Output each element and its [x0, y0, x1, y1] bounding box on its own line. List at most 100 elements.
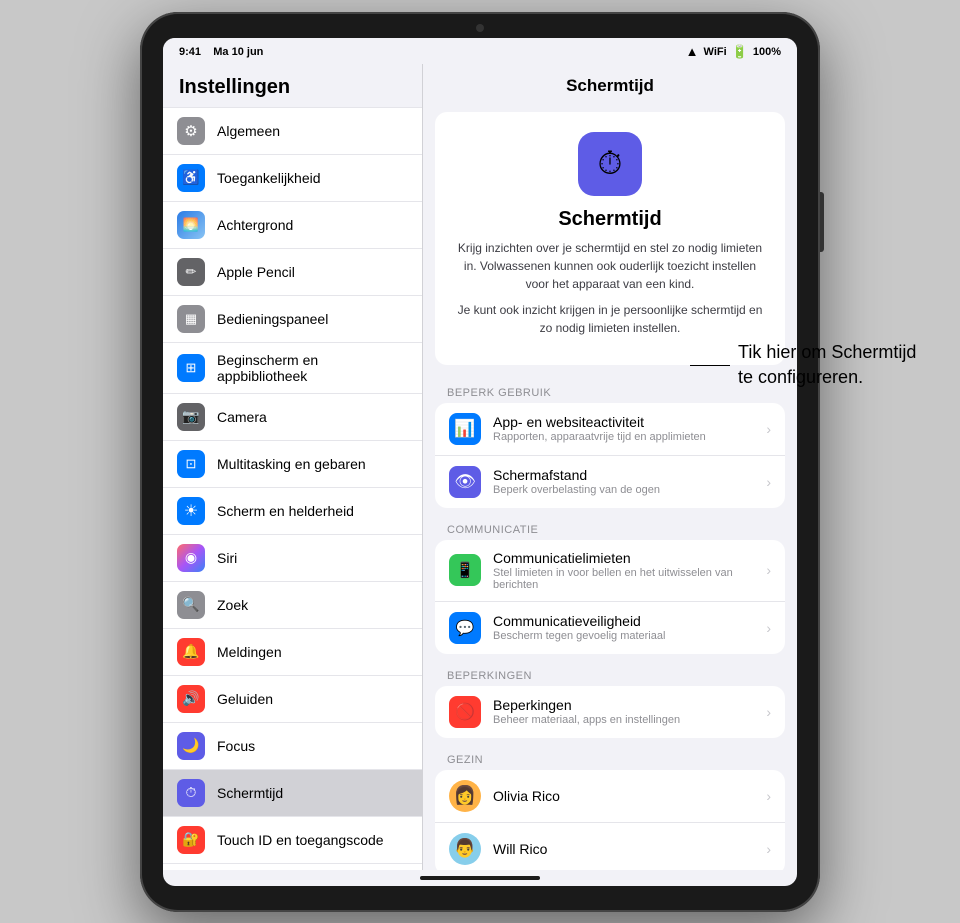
settings-row-communicatielimieten[interactable]: 📱 Communicatielimieten Stel limieten in …: [435, 540, 785, 602]
settings-row-app-activiteit[interactable]: 📊 App- en websiteactiviteit Rapporten, a…: [435, 403, 785, 456]
sidebar-item-camera[interactable]: 📷 Camera: [163, 394, 422, 441]
section-label-beperkingen: BEPERKINGEN: [423, 656, 797, 686]
settings-row-communicatieveiligheid[interactable]: 💬 Communicatieveiligheid Bescherm tegen …: [435, 602, 785, 654]
will-content: Will Rico: [493, 841, 754, 857]
communicatieveiligheid-title: Communicatieveiligheid: [493, 613, 754, 629]
beperkingen-chevron: ›: [766, 704, 771, 720]
sidebar-item-multitasking[interactable]: ⊡ Multitasking en gebaren: [163, 441, 422, 488]
sidebar-item-touchid[interactable]: 🔐 Touch ID en toegangscode: [163, 816, 422, 864]
sidebar-label-meldingen: Meldingen: [217, 644, 282, 660]
communicatielimieten-title: Communicatielimieten: [493, 550, 754, 566]
schermafstand-title: Schermafstand: [493, 467, 754, 483]
status-right: ▲ WiFi 🔋 100%: [686, 44, 781, 60]
sidebar-item-beginscherm[interactable]: ⊞ Beginscherm en appbibliotheek: [163, 343, 422, 394]
sidebar-label-zoek: Zoek: [217, 597, 248, 613]
algemeen-icon: ⚙: [177, 117, 205, 145]
communicatielimieten-content: Communicatielimieten Stel limieten in vo…: [493, 550, 754, 591]
olivia-title: Olivia Rico: [493, 788, 754, 804]
hero-description-1: Krijg inzichten over je schermtijd en st…: [451, 239, 769, 293]
sidebar-item-siri[interactable]: ◉ Siri: [163, 535, 422, 582]
settings-row-will[interactable]: 👨 Will Rico ›: [435, 823, 785, 870]
multitasking-icon: ⊡: [177, 450, 205, 478]
communicatielimieten-subtitle: Stel limieten in voor bellen en het uitw…: [493, 567, 754, 591]
sidebar-item-algemeen[interactable]: ⚙ Algemeen: [163, 107, 422, 155]
olivia-chevron: ›: [766, 788, 771, 804]
sidebar-label-multitasking: Multitasking en gebaren: [217, 456, 366, 472]
touchid-icon: 🔐: [177, 826, 205, 854]
sidebar-item-apple-pencil[interactable]: ✏ Apple Pencil: [163, 249, 422, 296]
schermafstand-chevron: ›: [766, 474, 771, 490]
beperkingen-content: Beperkingen Beheer materiaal, apps en in…: [493, 697, 754, 726]
sidebar-item-zoek[interactable]: 🔍 Zoek: [163, 582, 422, 628]
sidebar-group-1: ⚙ Algemeen ♿ Toegankelijkheid 🌅 Achtergr…: [163, 107, 422, 628]
communicatieveiligheid-content: Communicatieveiligheid Bescherm tegen ge…: [493, 613, 754, 642]
siri-icon: ◉: [177, 544, 205, 572]
panel-title: Schermtijd: [423, 64, 797, 104]
sidebar-label-bedieningspaneel: Bedieningspaneel: [217, 311, 328, 327]
olivia-content: Olivia Rico: [493, 788, 754, 804]
beperkingen-subtitle: Beheer materiaal, apps en instellingen: [493, 714, 754, 726]
sidebar-item-focus[interactable]: 🌙 Focus: [163, 723, 422, 770]
sidebar-label-touchid: Touch ID en toegangscode: [217, 832, 384, 848]
callout-text: Tik hier om Schermtijd te configureren.: [738, 340, 918, 390]
sidebar-item-bedieningspaneel[interactable]: ▦ Bedieningspaneel: [163, 296, 422, 343]
sidebar-label-siri: Siri: [217, 550, 237, 566]
communicatieveiligheid-subtitle: Bescherm tegen gevoelig materiaal: [493, 630, 754, 642]
geluiden-icon: 🔊: [177, 685, 205, 713]
sidebar-label-camera: Camera: [217, 409, 267, 425]
status-bar: 9:41 Ma 10 jun ▲ WiFi 🔋 100%: [163, 38, 797, 64]
hero-title: Schermtijd: [451, 208, 769, 231]
sidebar-label-focus: Focus: [217, 738, 255, 754]
sidebar-group-3: 🔐 Touch ID en toegangscode 🤚 Privacy en …: [163, 816, 422, 870]
will-title: Will Rico: [493, 841, 754, 857]
status-time: 9:41 Ma 10 jun: [179, 46, 263, 58]
focus-icon: 🌙: [177, 732, 205, 760]
sidebar-item-scherm[interactable]: ☀ Scherm en helderheid: [163, 488, 422, 535]
toegankelijkheid-icon: ♿: [177, 164, 205, 192]
settings-row-olivia[interactable]: 👩 Olivia Rico ›: [435, 770, 785, 823]
sidebar-item-meldingen[interactable]: 🔔 Meldingen: [163, 628, 422, 676]
sidebar-item-geluiden[interactable]: 🔊 Geluiden: [163, 676, 422, 723]
hero-icon: ⏱: [578, 132, 642, 196]
app-activiteit-chevron: ›: [766, 421, 771, 437]
sidebar-item-privacy[interactable]: 🤚 Privacy en beveiliging: [163, 864, 422, 870]
settings-row-beperkingen[interactable]: 🚫 Beperkingen Beheer materiaal, apps en …: [435, 686, 785, 738]
schermafstand-subtitle: Beperk overbelasting van de ogen: [493, 484, 754, 496]
main-content: Instellingen ⚙ Algemeen ♿ Toegankelijkhe…: [163, 64, 797, 870]
camera-icon: 📷: [177, 403, 205, 431]
sidebar[interactable]: Instellingen ⚙ Algemeen ♿ Toegankelijkhe…: [163, 64, 423, 870]
sidebar-label-geluiden: Geluiden: [217, 691, 273, 707]
home-indicator: [420, 876, 540, 880]
sidebar-item-toegankelijkheid[interactable]: ♿ Toegankelijkheid: [163, 155, 422, 202]
schermafstand-content: Schermafstand Beperk overbelasting van d…: [493, 467, 754, 496]
sidebar-label-algemeen: Algemeen: [217, 123, 280, 139]
app-activiteit-icon: 📊: [449, 413, 481, 445]
sidebar-item-achtergrond[interactable]: 🌅 Achtergrond: [163, 202, 422, 249]
apple-pencil-icon: ✏: [177, 258, 205, 286]
schermtijd-icon: ⏱: [177, 779, 205, 807]
sidebar-label-toegankelijkheid: Toegankelijkheid: [217, 170, 321, 186]
will-chevron: ›: [766, 841, 771, 857]
sidebar-group-2: 🔔 Meldingen 🔊 Geluiden 🌙 Focus ⏱ Schermt…: [163, 628, 422, 816]
battery-icon: 🔋: [732, 44, 748, 60]
sidebar-title: Instellingen: [163, 64, 422, 107]
settings-group-beperk: 📊 App- en websiteactiviteit Rapporten, a…: [435, 403, 785, 508]
zoek-icon: 🔍: [177, 591, 205, 619]
callout-line: [690, 365, 730, 366]
communicatielimieten-icon: 📱: [449, 554, 481, 586]
hero-section: ⏱ Schermtijd Krijg inzichten over je sch…: [435, 112, 785, 365]
sidebar-label-schermtijd: Schermtijd: [217, 785, 283, 801]
meldingen-icon: 🔔: [177, 638, 205, 666]
right-panel[interactable]: Schermtijd ⏱ Schermtijd Krijg inzichten …: [423, 64, 797, 870]
communicatielimieten-chevron: ›: [766, 562, 771, 578]
settings-group-communicatie: 📱 Communicatielimieten Stel limieten in …: [435, 540, 785, 654]
beginscherm-icon: ⊞: [177, 354, 205, 382]
settings-row-schermafstand[interactable]: 👁 Schermafstand Beperk overbelasting van…: [435, 456, 785, 508]
communicatieveiligheid-icon: 💬: [449, 612, 481, 644]
olivia-avatar: 👩: [449, 780, 481, 812]
sidebar-item-schermtijd[interactable]: ⏱ Schermtijd: [163, 770, 422, 816]
app-activiteit-title: App- en websiteactiviteit: [493, 414, 754, 430]
settings-group-gezin: 👩 Olivia Rico › 👨 Will Rico ›: [435, 770, 785, 870]
wifi-signal: WiFi: [704, 46, 727, 58]
sidebar-label-achtergrond: Achtergrond: [217, 217, 293, 233]
